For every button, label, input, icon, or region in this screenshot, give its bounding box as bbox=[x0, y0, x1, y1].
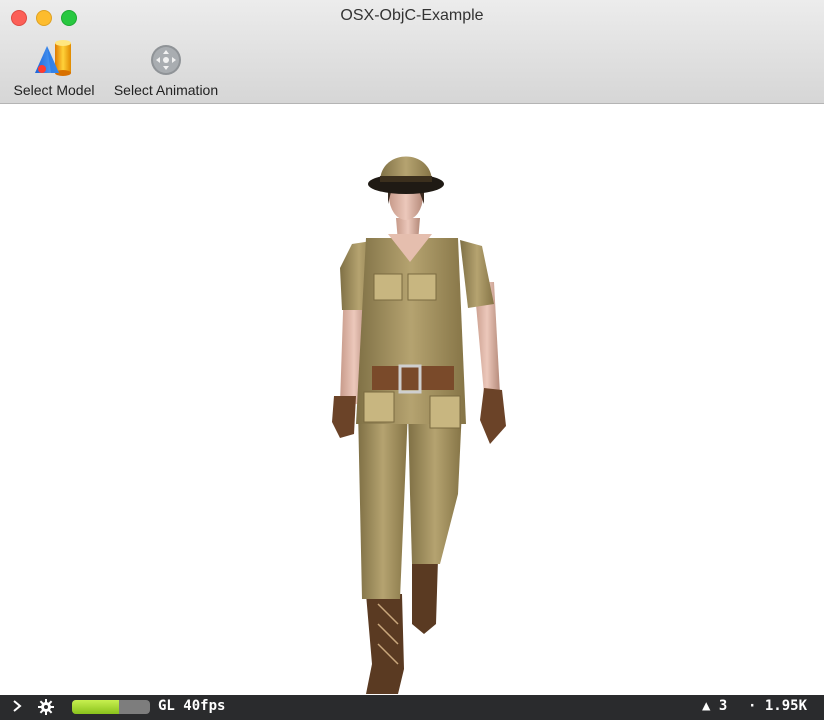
select-animation-label: Select Animation bbox=[113, 82, 219, 98]
model-icon bbox=[8, 36, 100, 76]
character-model bbox=[332, 156, 506, 694]
select-model-button[interactable]: Select Model bbox=[8, 36, 100, 98]
window-title: OSX-ObjC-Example bbox=[340, 7, 484, 24]
title-bar: OSX-ObjC-Example Select Model Select Ani… bbox=[0, 0, 824, 104]
gear-icon[interactable] bbox=[37, 698, 55, 720]
console-chevron-icon[interactable] bbox=[12, 699, 22, 717]
fps-meter bbox=[72, 700, 150, 714]
app-window: OSX-ObjC-Example Select Model Select Ani… bbox=[0, 0, 824, 720]
triangle-count: ▲ 3 bbox=[702, 698, 728, 714]
select-model-label: Select Model bbox=[13, 82, 95, 98]
fps-label: GL 40fps bbox=[158, 698, 226, 714]
select-animation-button[interactable]: Select Animation bbox=[106, 36, 226, 98]
vertex-count: · 1.95K bbox=[748, 698, 808, 714]
animation-icon bbox=[106, 36, 226, 76]
fps-meter-fill bbox=[72, 700, 119, 714]
status-bar: GL 40fps ▲ 3 · 1.95K bbox=[0, 695, 824, 720]
3d-viewport[interactable] bbox=[0, 104, 824, 695]
